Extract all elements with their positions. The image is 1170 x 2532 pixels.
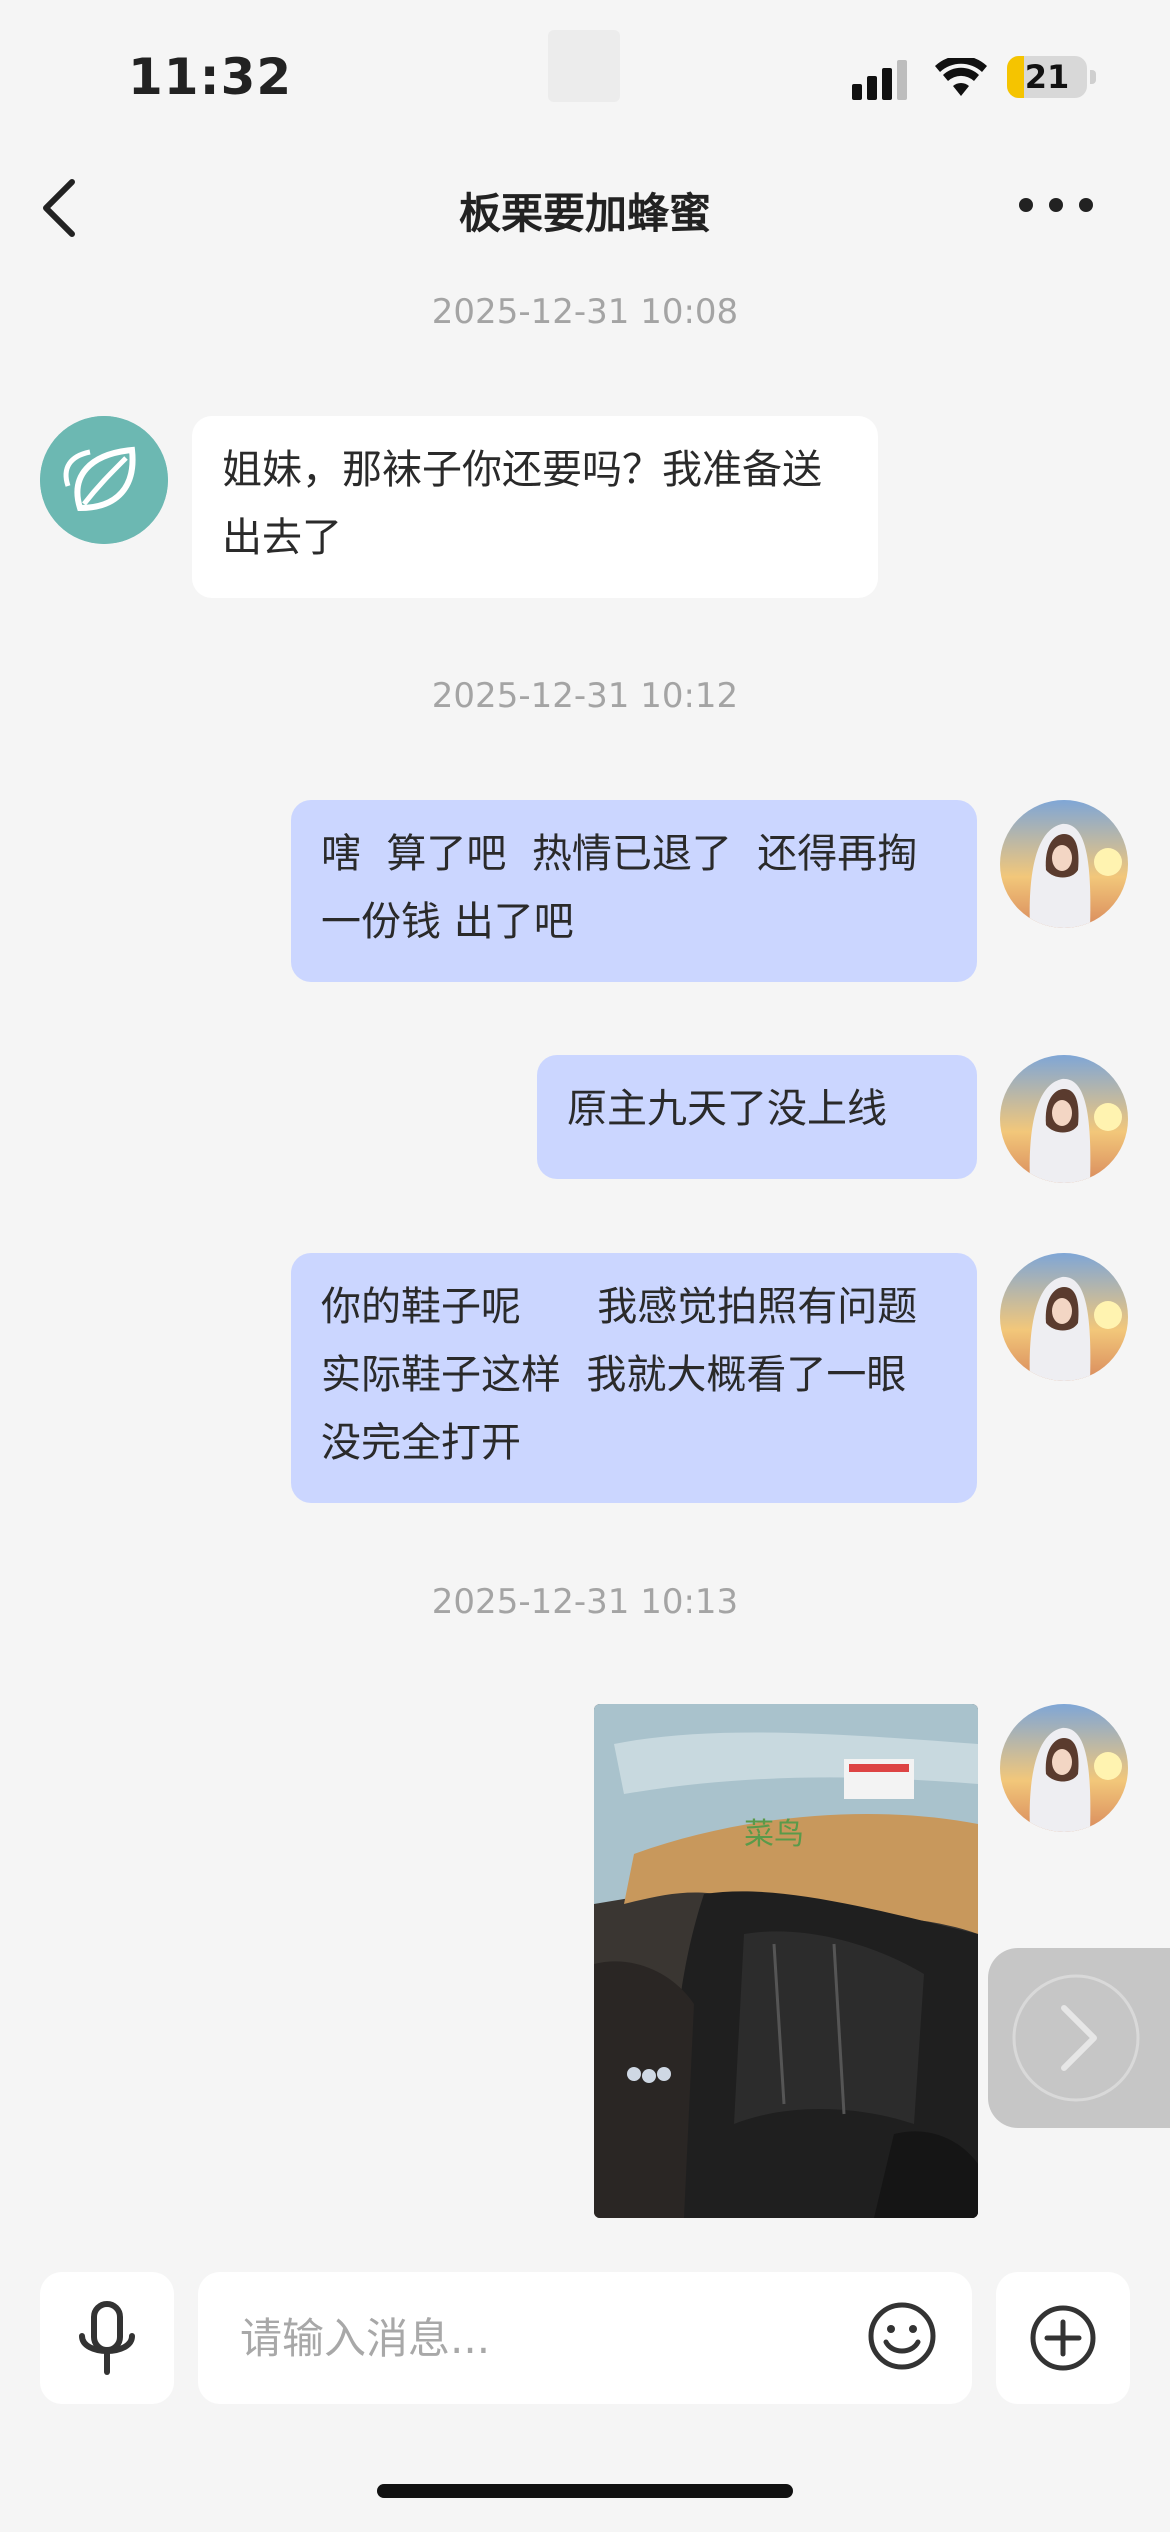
cellular-signal-icon bbox=[852, 60, 907, 100]
message-input-bar bbox=[0, 2260, 1170, 2410]
more-options-icon[interactable] bbox=[1016, 190, 1096, 220]
message-input[interactable] bbox=[198, 2272, 972, 2404]
incoming-message-bubble[interactable]: 姐妹，那袜子你还要吗？我准备送出去了 bbox=[192, 416, 878, 598]
message-timestamp: 2025-12-31 10:13 bbox=[431, 1582, 739, 1622]
plus-circle-icon bbox=[1030, 2305, 1096, 2371]
voice-input-button[interactable] bbox=[40, 2272, 174, 2404]
message-timestamp: 2025-12-31 10:12 bbox=[431, 676, 739, 716]
user-photo-avatar bbox=[1000, 800, 1128, 928]
chat-title: 板栗要加蜂蜜 bbox=[458, 189, 711, 238]
user-avatar[interactable] bbox=[1000, 1704, 1128, 1832]
battery-percent: 21 bbox=[1024, 58, 1070, 96]
shoe-package-photo[interactable]: 菜鸟 bbox=[594, 1704, 978, 2218]
user-avatar[interactable] bbox=[1000, 1253, 1128, 1381]
battery-icon: 21 bbox=[1007, 56, 1087, 98]
user-avatar[interactable] bbox=[1000, 1055, 1128, 1183]
user-photo-avatar bbox=[1000, 1055, 1128, 1183]
chat-header: 板栗要加蜂蜜 bbox=[0, 150, 1170, 260]
svg-text:菜鸟: 菜鸟 bbox=[744, 1817, 804, 1852]
wifi-icon bbox=[935, 58, 987, 96]
status-bar: 11:32 21 bbox=[0, 0, 1170, 150]
outgoing-message-bubble[interactable]: 嗐 算了吧 热情已退了 还得再掏一份钱 出了吧 bbox=[291, 800, 977, 982]
add-attachment-button[interactable] bbox=[996, 2272, 1130, 2404]
outgoing-message-bubble[interactable]: 你的鞋子呢 我感觉拍照有问题 实际鞋子这样 我就大概看了一眼 没完全打开 bbox=[291, 1253, 977, 1503]
outgoing-message-bubble[interactable]: 原主九天了没上线 bbox=[537, 1055, 977, 1179]
leaf-logo-icon bbox=[40, 416, 168, 544]
contact-avatar[interactable] bbox=[40, 416, 168, 544]
status-time: 11:32 bbox=[128, 48, 293, 106]
microphone-icon bbox=[79, 2301, 135, 2375]
home-indicator[interactable] bbox=[377, 2484, 793, 2498]
floating-next-button[interactable] bbox=[988, 1948, 1170, 2128]
chevron-right-icon bbox=[1012, 1974, 1140, 2102]
user-photo-avatar bbox=[1000, 1253, 1128, 1381]
user-photo-avatar bbox=[1000, 1704, 1128, 1832]
emoji-icon[interactable] bbox=[866, 2300, 938, 2372]
user-avatar[interactable] bbox=[1000, 800, 1128, 928]
battery-tip bbox=[1090, 70, 1096, 84]
message-timestamp: 2025-12-31 10:08 bbox=[431, 292, 739, 332]
camera-indicator bbox=[548, 30, 620, 102]
